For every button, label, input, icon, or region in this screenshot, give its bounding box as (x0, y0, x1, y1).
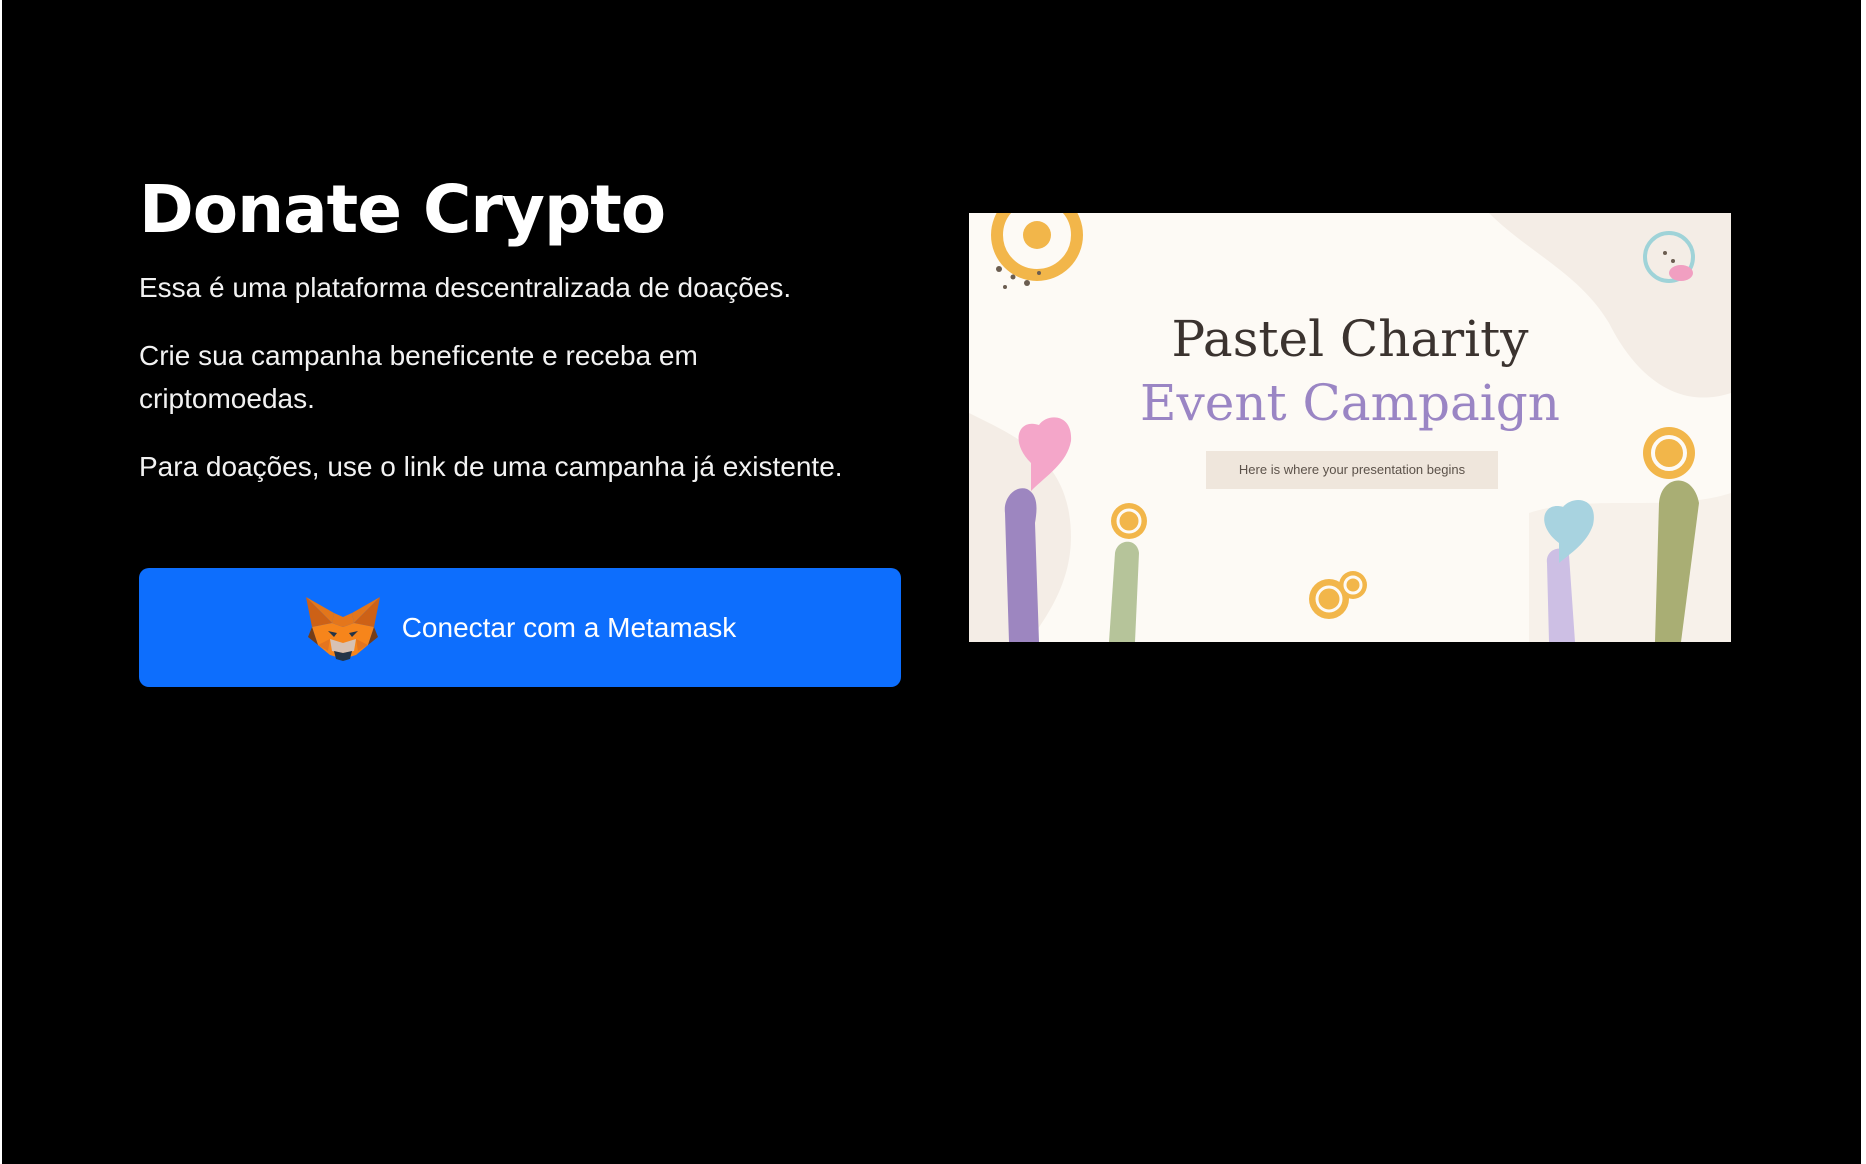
banner-title-line-1: Pastel Charity (1171, 310, 1529, 368)
page-background: Donate Crypto Essa é uma plataforma desc… (2, 0, 1861, 1164)
metamask-fox-icon (305, 596, 380, 661)
page-title: Donate Crypto (139, 171, 666, 248)
campaign-banner-image: Pastel Charity Event Campaign Here is wh… (969, 213, 1731, 642)
description-paragraph-2: Crie sua campanha beneficente e receba e… (139, 340, 698, 414)
banner-title-line-2: Event Campaign (1139, 374, 1561, 432)
description-paragraph-3: Para doações, use o link de uma campanha… (139, 451, 843, 482)
connect-button-label: Conectar com a Metamask (401, 611, 737, 643)
banner-subtitle: Here is where your presentation begins (1206, 451, 1498, 489)
connect-metamask-button[interactable]: Conectar com a Metamask (139, 568, 901, 687)
hero-text-block: Donate Crypto Essa é uma plataforma desc… (139, 168, 899, 488)
description-paragraph-1: Essa é uma plataforma descentralizada de… (139, 272, 792, 303)
